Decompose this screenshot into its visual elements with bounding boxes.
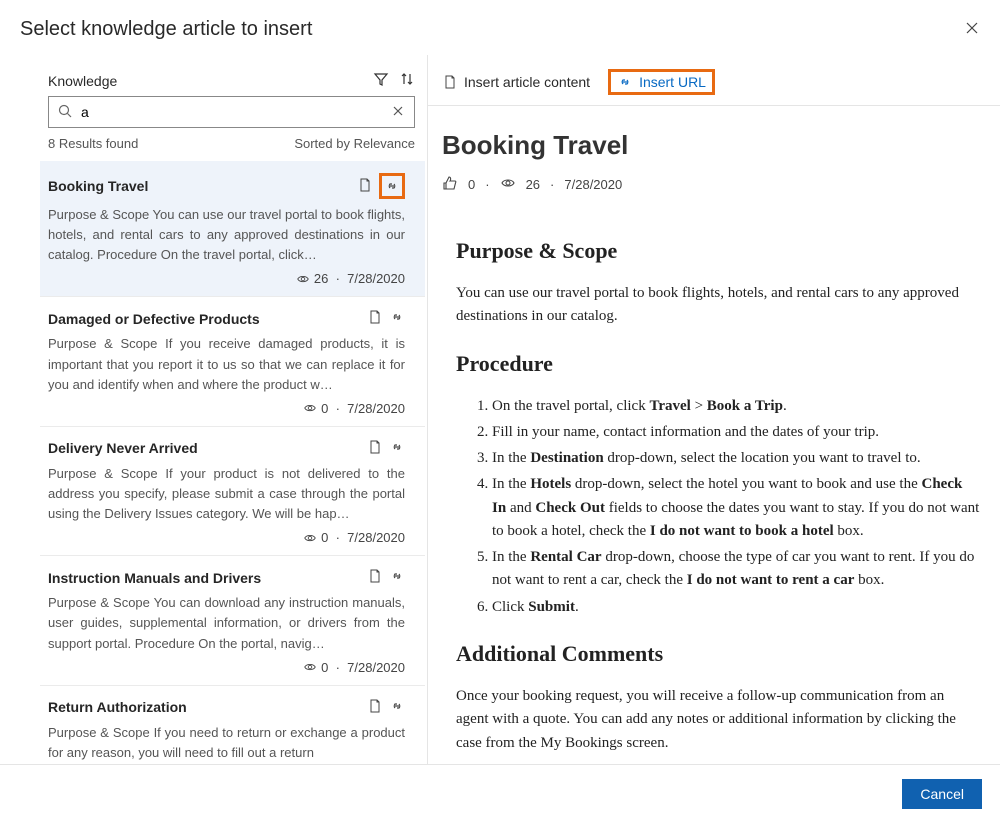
result-item[interactable]: Delivery Never Arrived Purpose & Scope If… [40, 427, 425, 556]
article-meta: 0 · 26 · 7/28/2020 [442, 175, 986, 194]
result-item[interactable]: Return Authorization Purpose & Scope If y… [40, 686, 425, 764]
search-icon [57, 103, 73, 122]
insert-content-icon[interactable] [367, 309, 383, 328]
result-title: Return Authorization [48, 699, 187, 715]
clear-search-icon[interactable] [390, 103, 406, 122]
tab-insert-url-label: Insert URL [639, 74, 706, 90]
result-snippet: Purpose & Scope You can download any ins… [48, 593, 405, 653]
insert-content-icon[interactable] [367, 439, 383, 458]
insert-link-icon[interactable] [389, 439, 405, 458]
knowledge-panel: Knowledge 8 Results found Sorted by Rele… [0, 55, 428, 764]
result-title: Delivery Never Arrived [48, 440, 198, 456]
sort-label: Sorted by Relevance [294, 136, 415, 151]
like-count: 0 [468, 177, 475, 192]
tab-insert-content[interactable]: Insert article content [442, 74, 590, 90]
result-meta: 0 · 7/28/2020 [48, 401, 405, 416]
article-body: Purpose & ScopeYou can use our travel po… [442, 234, 986, 755]
modal-header: Select knowledge article to insert [0, 0, 1000, 55]
close-icon[interactable] [964, 20, 980, 40]
sort-icon[interactable] [399, 71, 415, 90]
views-count: 26 [526, 177, 540, 192]
insert-content-icon[interactable] [367, 568, 383, 587]
article-panel: Insert article content Insert URL Bookin… [428, 55, 1000, 764]
insert-content-icon[interactable] [357, 177, 373, 196]
insert-link-icon[interactable] [389, 698, 405, 717]
cancel-button[interactable]: Cancel [902, 779, 982, 809]
insert-content-icon[interactable] [367, 698, 383, 717]
result-snippet: Purpose & Scope If you receive damaged p… [48, 334, 405, 394]
filter-icon[interactable] [373, 71, 389, 90]
result-meta: 0 · 7/28/2020 [48, 660, 405, 675]
result-title: Instruction Manuals and Drivers [48, 570, 261, 586]
result-meta: 26 · 7/28/2020 [48, 271, 405, 286]
knowledge-label: Knowledge [48, 73, 117, 89]
search-input-wrapper[interactable] [48, 96, 415, 128]
result-snippet: Purpose & Scope If you need to return or… [48, 723, 405, 763]
result-item[interactable]: Damaged or Defective Products Purpose & S… [40, 297, 425, 426]
result-item[interactable]: Booking Travel Purpose & Scope You can us… [40, 161, 425, 297]
tab-insert-content-label: Insert article content [464, 74, 590, 90]
results-count: 8 Results found [48, 136, 138, 151]
insert-link-icon[interactable] [389, 309, 405, 328]
tab-insert-url[interactable]: Insert URL [608, 69, 715, 95]
like-icon[interactable] [442, 175, 458, 194]
search-input[interactable] [81, 104, 382, 120]
modal-title: Select knowledge article to insert [20, 18, 312, 41]
result-item[interactable]: Instruction Manuals and Drivers Purpose &… [40, 556, 425, 685]
result-snippet: Purpose & Scope If your product is not d… [48, 464, 405, 524]
article-date: 7/28/2020 [564, 177, 622, 192]
article-title: Booking Travel [442, 130, 986, 161]
modal-footer: Cancel [0, 765, 1000, 823]
insert-link-icon[interactable] [389, 568, 405, 587]
result-title: Damaged or Defective Products [48, 311, 260, 327]
result-snippet: Purpose & Scope You can use our travel p… [48, 205, 405, 265]
results-list[interactable]: Booking Travel Purpose & Scope You can us… [40, 161, 427, 764]
result-title: Booking Travel [48, 178, 148, 194]
result-meta: 0 · 7/28/2020 [48, 530, 405, 545]
insert-link-icon[interactable] [379, 173, 405, 199]
views-icon [500, 175, 516, 194]
